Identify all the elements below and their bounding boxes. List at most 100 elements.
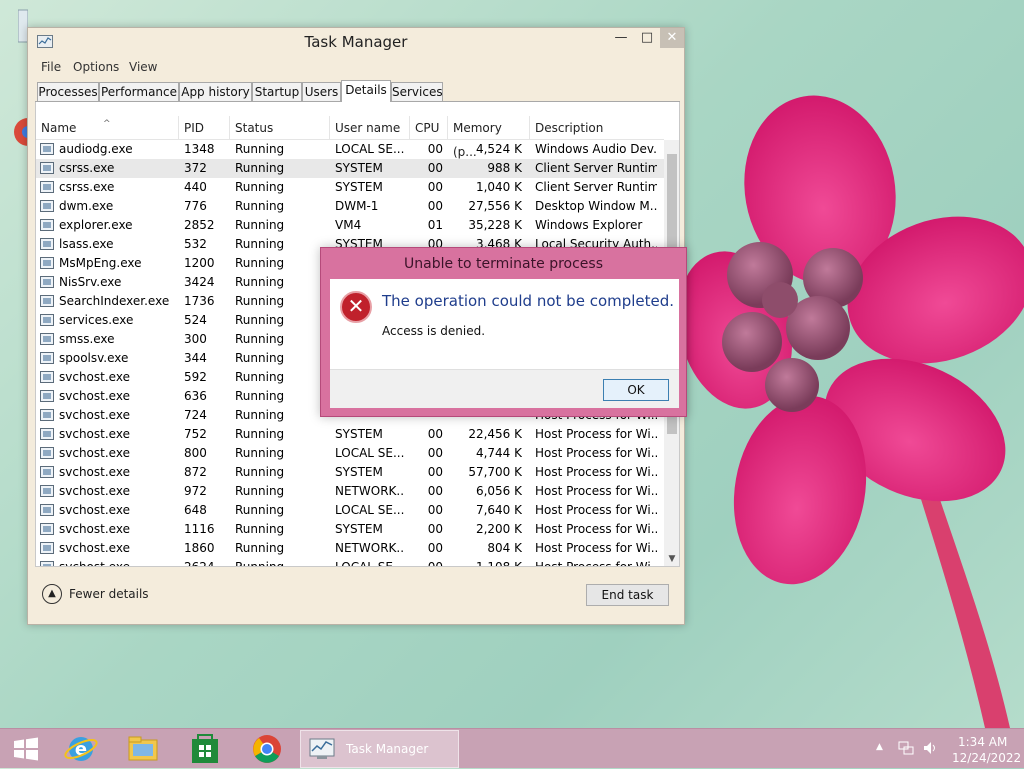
title-bar[interactable]: Task Manager — □ ✕ bbox=[28, 28, 684, 56]
process-icon bbox=[40, 219, 54, 231]
table-row[interactable]: svchost.exe 1860 Running NETWORK... 00 804 K H… bbox=[36, 539, 664, 558]
cell-status: Running bbox=[235, 313, 285, 327]
dialog-message: Access is denied. bbox=[382, 324, 486, 338]
process-icon bbox=[40, 371, 54, 383]
cell-pid: 1736 bbox=[184, 294, 215, 308]
cell-cpu: 00 bbox=[427, 446, 443, 460]
cell-mem: 7,640 K bbox=[475, 503, 522, 517]
cell-name: audiodg.exe bbox=[59, 142, 133, 156]
table-row[interactable]: explorer.exe 2852 Running VM4 01 35,228 K Wind… bbox=[36, 216, 664, 235]
tab-bar: Processes Performance App history Startu… bbox=[35, 80, 680, 103]
cell-user: LOCAL SE... bbox=[335, 503, 405, 517]
cell-user: SYSTEM bbox=[335, 180, 383, 194]
cell-mem: 4,744 K bbox=[475, 446, 522, 460]
tab-processes[interactable]: Processes bbox=[37, 82, 99, 102]
table-row[interactable]: svchost.exe 648 Running LOCAL SE... 00 7,640 … bbox=[36, 501, 664, 520]
maximize-button[interactable]: □ bbox=[634, 28, 660, 48]
end-task-button[interactable]: End task bbox=[586, 584, 669, 606]
cell-pid: 724 bbox=[184, 408, 207, 422]
close-button[interactable]: ✕ bbox=[660, 28, 684, 48]
windows-store-icon[interactable] bbox=[185, 732, 225, 766]
menu-bar: File Options View bbox=[29, 57, 683, 79]
table-row[interactable]: svchost.exe 1116 Running SYSTEM 00 2,200 K Hos… bbox=[36, 520, 664, 539]
cell-status: Running bbox=[235, 180, 285, 194]
cell-pid: 776 bbox=[184, 199, 207, 213]
cell-status: Running bbox=[235, 541, 285, 555]
network-icon[interactable] bbox=[898, 740, 914, 756]
cell-status: Running bbox=[235, 484, 285, 498]
table-row[interactable]: csrss.exe 440 Running SYSTEM 00 1,040 K Client… bbox=[36, 178, 664, 197]
table-row[interactable]: svchost.exe 872 Running SYSTEM 00 57,700 K Hos… bbox=[36, 463, 664, 482]
cell-desc: Windows Explorer bbox=[535, 218, 643, 232]
menu-view[interactable]: View bbox=[129, 60, 157, 74]
process-icon bbox=[40, 428, 54, 440]
tab-performance[interactable]: Performance bbox=[99, 82, 179, 102]
cell-desc: Desktop Window M... bbox=[535, 199, 657, 213]
cell-user: DWM-1 bbox=[335, 199, 379, 213]
start-button-icon[interactable] bbox=[6, 732, 46, 766]
taskbar-task-manager-button[interactable]: Task Manager bbox=[300, 730, 459, 768]
column-header-memory[interactable]: Memory (p... bbox=[448, 116, 530, 159]
column-header-user-name[interactable]: User name bbox=[330, 116, 410, 140]
process-icon bbox=[40, 200, 54, 212]
minimize-button[interactable]: — bbox=[608, 28, 634, 48]
cell-mem: 988 K bbox=[487, 161, 522, 175]
cell-status: Running bbox=[235, 275, 285, 289]
cell-pid: 372 bbox=[184, 161, 207, 175]
cell-mem: 1,040 K bbox=[475, 180, 522, 194]
clock-time[interactable]: 1:34 AM bbox=[958, 735, 1007, 749]
file-explorer-icon[interactable] bbox=[123, 732, 163, 766]
cell-cpu: 00 bbox=[427, 465, 443, 479]
cell-name: svchost.exe bbox=[59, 503, 130, 517]
internet-explorer-icon[interactable]: e bbox=[61, 732, 101, 766]
table-row[interactable]: audiodg.exe 1348 Running LOCAL SE... 00 4,524… bbox=[36, 140, 664, 159]
chrome-desktop-icon[interactable] bbox=[14, 114, 28, 150]
cell-status: Running bbox=[235, 256, 285, 270]
cell-desc: Host Process for Wi... bbox=[535, 522, 657, 536]
column-header-pid[interactable]: PID bbox=[179, 116, 230, 140]
table-row[interactable]: svchost.exe 752 Running SYSTEM 00 22,456 K Hos… bbox=[36, 425, 664, 444]
cell-desc: Host Process for Wi... bbox=[535, 427, 657, 441]
chrome-icon[interactable] bbox=[247, 732, 287, 766]
desktop-icons-strip bbox=[0, 0, 30, 220]
task-manager-icon bbox=[309, 738, 335, 759]
tab-users[interactable]: Users bbox=[302, 82, 341, 102]
cell-status: Running bbox=[235, 408, 285, 422]
cell-desc: Host Process for Wi... bbox=[535, 503, 657, 517]
menu-file[interactable]: File bbox=[41, 60, 61, 74]
process-icon bbox=[40, 181, 54, 193]
cell-status: Running bbox=[235, 370, 285, 384]
table-row[interactable]: csrss.exe 372 Running SYSTEM 00 988 K Client S… bbox=[36, 159, 664, 178]
cell-status: Running bbox=[235, 332, 285, 346]
cell-desc: Host Process for Wi... bbox=[535, 465, 657, 479]
tab-details[interactable]: Details bbox=[341, 80, 391, 103]
cell-user: SYSTEM bbox=[335, 465, 383, 479]
tab-startup[interactable]: Startup bbox=[252, 82, 302, 102]
cell-cpu: 00 bbox=[427, 142, 443, 156]
cell-pid: 440 bbox=[184, 180, 207, 194]
cell-pid: 752 bbox=[184, 427, 207, 441]
process-icon bbox=[40, 409, 54, 421]
table-row[interactable]: svchost.exe 800 Running LOCAL SE... 00 4,744 … bbox=[36, 444, 664, 463]
table-row[interactable]: dwm.exe 776 Running DWM-1 00 27,556 K Desktop … bbox=[36, 197, 664, 216]
menu-options[interactable]: Options bbox=[73, 60, 119, 74]
scroll-down-arrow-icon[interactable]: ▼ bbox=[664, 552, 679, 566]
column-header-description[interactable]: Description bbox=[530, 116, 664, 140]
ok-button[interactable]: OK bbox=[603, 379, 669, 401]
show-hidden-icons-icon[interactable]: ▲ bbox=[876, 742, 883, 752]
cell-user: NETWORK... bbox=[335, 484, 405, 498]
clock-date[interactable]: 12/24/2022 bbox=[952, 751, 1021, 765]
column-header-status[interactable]: Status bbox=[230, 116, 330, 140]
table-header: Name ^ PID Status User name CPU Memory (… bbox=[36, 116, 664, 159]
cell-user: SYSTEM bbox=[335, 161, 383, 175]
column-header-cpu[interactable]: CPU bbox=[410, 116, 448, 140]
cell-mem: 6,056 K bbox=[475, 484, 522, 498]
table-row[interactable]: svchost.exe 972 Running NETWORK... 00 6,056 K… bbox=[36, 482, 664, 501]
cell-cpu: 00 bbox=[427, 522, 443, 536]
cell-user: VM4 bbox=[335, 218, 362, 232]
volume-icon[interactable] bbox=[922, 740, 938, 756]
tab-app-history[interactable]: App history bbox=[179, 82, 252, 102]
cell-name: MsMpEng.exe bbox=[59, 256, 142, 270]
table-row[interactable]: svchost.exe 2624 Running LOCAL SE... 00 1,108… bbox=[36, 558, 664, 566]
tab-services[interactable]: Services bbox=[391, 82, 443, 102]
